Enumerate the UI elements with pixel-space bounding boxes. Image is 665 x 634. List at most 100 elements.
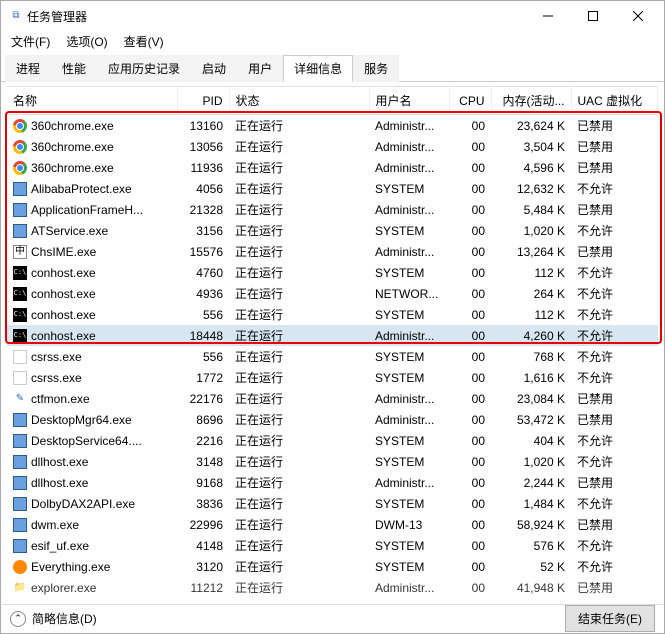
cell-name: ✎ctfmon.exe — [7, 388, 177, 409]
process-name: esif_uf.exe — [31, 539, 89, 553]
cell-name: 360chrome.exe — [7, 136, 177, 157]
table-row[interactable]: 360chrome.exe13056正在运行Administr...003,50… — [7, 136, 658, 157]
table-row[interactable]: 360chrome.exe11936正在运行Administr...004,59… — [7, 157, 658, 178]
table-row[interactable]: DolbyDAX2API.exe3836正在运行SYSTEM001,484 K不… — [7, 493, 658, 514]
cell-status: 正在运行 — [229, 346, 369, 367]
chevron-up-icon: ⌃ — [14, 613, 22, 624]
cell-cpu: 00 — [449, 388, 491, 409]
col-uac[interactable]: UAC 虚拟化 — [571, 87, 658, 115]
table-row[interactable]: ✎ctfmon.exe22176正在运行Administr...0023,084… — [7, 388, 658, 409]
table-row[interactable]: C:\conhost.exe4760正在运行SYSTEM00112 K不允许 — [7, 262, 658, 283]
table-row[interactable]: ATService.exe3156正在运行SYSTEM001,020 K不允许 — [7, 220, 658, 241]
cell-cpu: 00 — [449, 115, 491, 137]
cmd-icon: C:\ — [13, 329, 27, 343]
tab-1[interactable]: 性能 — [51, 55, 97, 82]
col-pid[interactable]: PID — [177, 87, 229, 115]
table-row[interactable]: C:\conhost.exe4936正在运行NETWOR...00264 K不允… — [7, 283, 658, 304]
cell-status: 正在运行 — [229, 472, 369, 493]
fewer-details-toggle[interactable]: ⌃ — [10, 611, 26, 627]
cell-memory: 1,484 K — [491, 493, 571, 514]
menu-view[interactable]: 查看(V) — [118, 31, 170, 52]
cell-name: esif_uf.exe — [7, 535, 177, 556]
col-memory[interactable]: 内存(活动... — [491, 87, 571, 115]
chrome-icon — [13, 140, 27, 154]
col-status[interactable]: 状态 — [229, 87, 369, 115]
cell-name: ATService.exe — [7, 220, 177, 241]
cell-status: 正在运行 — [229, 241, 369, 262]
table-row[interactable]: DesktopService64....2216正在运行SYSTEM00404 … — [7, 430, 658, 451]
cell-name: 📁explorer.exe — [7, 577, 177, 598]
cell-uac: 不允许 — [571, 346, 658, 367]
menu-options[interactable]: 选项(O) — [60, 31, 113, 52]
minimize-button[interactable] — [525, 1, 570, 31]
cell-user: SYSTEM — [369, 451, 449, 472]
maximize-button[interactable] — [570, 1, 615, 31]
cell-memory: 53,472 K — [491, 409, 571, 430]
cell-memory: 23,624 K — [491, 115, 571, 137]
cell-uac: 已禁用 — [571, 577, 658, 598]
cell-cpu: 00 — [449, 199, 491, 220]
process-name: dllhost.exe — [31, 455, 88, 469]
process-name: DesktopService64.... — [31, 434, 142, 448]
table-row[interactable]: C:\conhost.exe18448正在运行Administr...004,2… — [7, 325, 658, 346]
cell-status: 正在运行 — [229, 220, 369, 241]
table-row[interactable]: 📁explorer.exe11212正在运行Administr...0041,9… — [7, 577, 658, 598]
end-task-button[interactable]: 结束任务(E) — [565, 605, 655, 632]
table-row[interactable]: ApplicationFrameH...21328正在运行Administr..… — [7, 199, 658, 220]
table-row[interactable]: dllhost.exe3148正在运行SYSTEM001,020 K不允许 — [7, 451, 658, 472]
status-bar: ⌃ 简略信息(D) 结束任务(E) — [2, 604, 663, 632]
table-row[interactable]: AlibabaProtect.exe4056正在运行SYSTEM0012,632… — [7, 178, 658, 199]
col-cpu[interactable]: CPU — [449, 87, 491, 115]
table-row[interactable]: Everything.exe3120正在运行SYSTEM0052 K不允许 — [7, 556, 658, 577]
cell-cpu: 00 — [449, 577, 491, 598]
tab-bar: 进程性能应用历史记录启动用户详细信息服务 — [1, 55, 664, 82]
tab-2[interactable]: 应用历史记录 — [97, 55, 191, 82]
cell-status: 正在运行 — [229, 115, 369, 137]
table-row[interactable]: esif_uf.exe4148正在运行SYSTEM00576 K不允许 — [7, 535, 658, 556]
cell-uac: 不允许 — [571, 493, 658, 514]
menu-bar: 文件(F) 选项(O) 查看(V) — [1, 31, 664, 51]
table-row[interactable]: DesktopMgr64.exe8696正在运行Administr...0053… — [7, 409, 658, 430]
cell-pid: 18448 — [177, 325, 229, 346]
col-user[interactable]: 用户名 — [369, 87, 449, 115]
cell-name: Everything.exe — [7, 556, 177, 577]
cell-status: 正在运行 — [229, 493, 369, 514]
tab-5[interactable]: 详细信息 — [283, 55, 353, 82]
maximize-icon — [588, 11, 598, 21]
tab-6[interactable]: 服务 — [353, 55, 399, 82]
cmd-icon: C:\ — [13, 287, 27, 301]
cell-cpu: 00 — [449, 220, 491, 241]
chrome-icon — [13, 161, 27, 175]
cell-name: DesktopMgr64.exe — [7, 409, 177, 430]
table-row[interactable]: 360chrome.exe13160正在运行Administr...0023,6… — [7, 115, 658, 137]
folder-icon: 📁 — [13, 581, 27, 595]
cell-uac: 已禁用 — [571, 115, 658, 137]
table-row[interactable]: csrss.exe1772正在运行SYSTEM001,616 K不允许 — [7, 367, 658, 388]
cell-cpu: 00 — [449, 136, 491, 157]
table-row[interactable]: C:\conhost.exe556正在运行SYSTEM00112 K不允许 — [7, 304, 658, 325]
table-row[interactable]: dllhost.exe9168正在运行Administr...002,244 K… — [7, 472, 658, 493]
col-name[interactable]: 名称 — [7, 87, 177, 115]
menu-file[interactable]: 文件(F) — [5, 31, 56, 52]
tab-4[interactable]: 用户 — [237, 55, 283, 82]
table-row[interactable]: csrss.exe556正在运行SYSTEM00768 K不允许 — [7, 346, 658, 367]
cell-user: NETWOR... — [369, 283, 449, 304]
cell-user: SYSTEM — [369, 367, 449, 388]
process-name: ctfmon.exe — [31, 392, 90, 406]
cell-user: SYSTEM — [369, 535, 449, 556]
cell-pid: 4148 — [177, 535, 229, 556]
cell-cpu: 00 — [449, 535, 491, 556]
tab-0[interactable]: 进程 — [5, 55, 51, 82]
table-row[interactable]: dwm.exe22996正在运行DWM-130058,924 K已禁用 — [7, 514, 658, 535]
table-row[interactable]: 中ChsIME.exe15576正在运行Administr...0013,264… — [7, 241, 658, 262]
fewer-details-label[interactable]: 简略信息(D) — [32, 610, 97, 627]
cell-cpu: 00 — [449, 241, 491, 262]
process-name: 360chrome.exe — [31, 161, 114, 175]
cell-uac: 已禁用 — [571, 514, 658, 535]
cell-pid: 556 — [177, 304, 229, 325]
process-name: 360chrome.exe — [31, 119, 114, 133]
close-button[interactable] — [615, 1, 660, 31]
cell-status: 正在运行 — [229, 430, 369, 451]
tab-3[interactable]: 启动 — [191, 55, 237, 82]
cell-uac: 已禁用 — [571, 136, 658, 157]
